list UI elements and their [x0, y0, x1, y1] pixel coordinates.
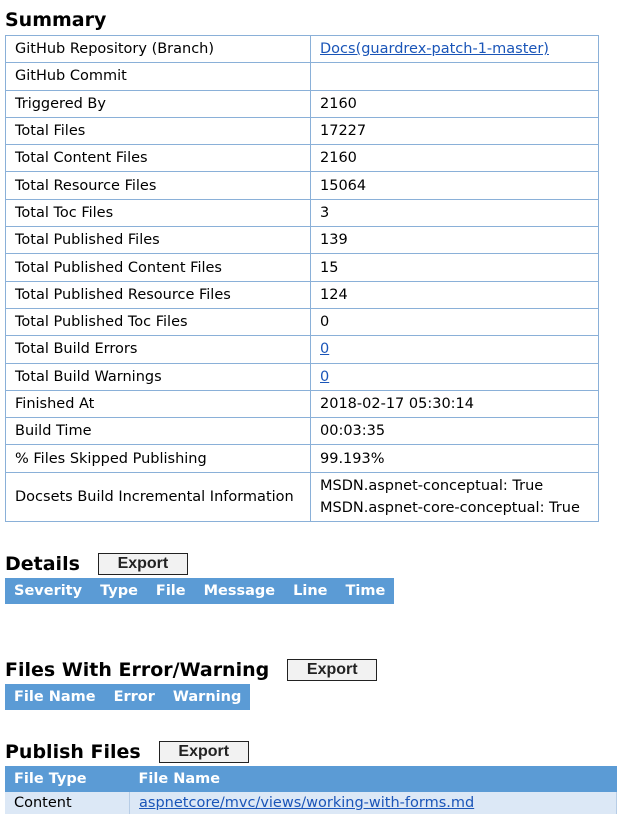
summary-value-link[interactable]: Docs(guardrex-patch-1-master) — [320, 41, 549, 57]
summary-row: Total Toc Files 3 — [5, 198, 599, 228]
column-header[interactable]: Time — [336, 578, 395, 604]
summary-value: 2160 — [310, 89, 599, 118]
table-row: Content aspnetcore/mvc/views/working-with… — [5, 792, 617, 814]
summary-value: 139 — [310, 226, 599, 255]
summary-section: Summary GitHub Repository (Branch) Docs(g… — [5, 8, 599, 522]
file-type: Content — [5, 792, 131, 814]
summary-table: GitHub Repository (Branch) Docs(guardrex-… — [5, 34, 599, 522]
summary-key: Docsets Build Incremental Information — [5, 471, 311, 522]
summary-key: GitHub Commit — [5, 62, 311, 91]
summary-row: Total Published Content Files 15 — [5, 253, 599, 282]
summary-value: 99.193% — [310, 444, 599, 473]
column-header[interactable]: Severity — [5, 578, 92, 604]
publish-files-title: Publish Files — [5, 741, 141, 763]
summary-row: Total Published Toc Files 0 — [5, 307, 599, 337]
docset-line: MSDN.aspnet-conceptual: True — [320, 477, 544, 494]
summary-value: 17227 — [310, 116, 599, 146]
summary-row: GitHub Commit — [5, 62, 599, 91]
summary-key: Total Published Toc Files — [5, 307, 311, 337]
publish-files-table: File Type File Name Content aspnetcore/mvc… — [5, 766, 617, 814]
summary-value: 15 — [310, 253, 599, 282]
summary-value-link[interactable]: 0 — [320, 341, 329, 357]
summary-key: Build Time — [5, 417, 311, 446]
summary-row: Triggered By 2160 — [5, 89, 599, 118]
summary-value: 0 — [310, 335, 599, 364]
file-name: aspnetcore/mvc/views/working-with-forms.… — [129, 792, 617, 814]
summary-row: Finished At 2018-02-17 05:30:14 — [5, 389, 599, 419]
summary-value: 2018-02-17 05:30:14 — [310, 389, 599, 419]
files-with-errors-table: File Name Error Warning — [5, 684, 251, 710]
summary-row: Total Build Warnings 0 — [5, 362, 599, 391]
column-header[interactable]: Message — [194, 578, 285, 604]
column-header[interactable]: Line — [284, 578, 337, 604]
summary-key: GitHub Repository (Branch) — [5, 34, 311, 64]
summary-value: 2160 — [310, 144, 599, 173]
summary-title: Summary — [5, 9, 107, 31]
column-header[interactable]: File Name — [129, 766, 617, 792]
summary-value: 15064 — [310, 171, 599, 200]
publish-files-section: Publish Files Export File Type File Name C… — [5, 740, 617, 814]
summary-value: 124 — [310, 280, 599, 309]
summary-key: Triggered By — [5, 89, 311, 118]
summary-key: Total Files — [5, 116, 311, 146]
summary-key: Total Toc Files — [5, 198, 311, 228]
summary-value: Docs(guardrex-patch-1-master) — [310, 34, 599, 64]
files-with-errors-section: Files With Error/Warning Export File Name… — [5, 658, 378, 710]
summary-key: Total Published Content Files — [5, 253, 311, 282]
files-with-errors-title: Files With Error/Warning — [5, 659, 270, 681]
summary-value-link[interactable]: 0 — [320, 369, 329, 385]
details-table: Severity Type File Message Line Time — [5, 578, 395, 604]
details-section: Details Export Severity Type File Message Lin… — [5, 552, 395, 604]
summary-value: 0 — [310, 307, 599, 337]
summary-row: Total Build Errors 0 — [5, 335, 599, 364]
summary-value: 3 — [310, 198, 599, 228]
summary-row: % Files Skipped Publishing 99.193% — [5, 444, 599, 473]
file-name-link[interactable]: aspnetcore/mvc/views/working-with-forms.… — [139, 795, 474, 811]
summary-row-docsets: Docsets Build Incremental Information MSD… — [5, 471, 599, 522]
summary-key: % Files Skipped Publishing — [5, 444, 311, 473]
summary-key: Total Build Errors — [5, 335, 311, 364]
summary-key: Total Content Files — [5, 144, 311, 173]
column-header[interactable]: File Type — [5, 766, 130, 792]
summary-value: 00:03:35 — [310, 417, 599, 446]
publish-files-export-button[interactable]: Export — [158, 741, 249, 763]
column-header[interactable]: Error — [104, 684, 164, 710]
summary-value: MSDN.aspnet-conceptual: True MSDN.aspnet-… — [310, 471, 599, 522]
summary-value: 0 — [310, 362, 599, 391]
details-export-button[interactable]: Export — [97, 553, 188, 575]
summary-key: Total Build Warnings — [5, 362, 311, 391]
files-with-errors-export-button[interactable]: Export — [287, 659, 378, 681]
summary-row: Build Time 00:03:35 — [5, 417, 599, 446]
details-title: Details — [5, 553, 80, 575]
summary-key: Total Published Files — [5, 226, 311, 255]
summary-key: Total Published Resource Files — [5, 280, 311, 309]
column-header[interactable]: File Name — [5, 684, 105, 710]
column-header[interactable]: Warning — [163, 684, 251, 710]
column-header[interactable]: File — [146, 578, 195, 604]
summary-key: Total Resource Files — [5, 171, 311, 200]
summary-row: Total Published Files 139 — [5, 226, 599, 255]
summary-row: Total Content Files 2160 — [5, 144, 599, 173]
summary-row: Total Files 17227 — [5, 116, 599, 146]
docset-line: MSDN.aspnet-core-conceptual: True — [320, 499, 580, 516]
column-header[interactable]: Type — [91, 578, 147, 604]
summary-row: GitHub Repository (Branch) Docs(guardrex-… — [5, 34, 599, 64]
summary-key: Finished At — [5, 389, 311, 419]
summary-row: Total Published Resource Files 124 — [5, 280, 599, 309]
summary-row: Total Resource Files 15064 — [5, 171, 599, 200]
summary-value — [310, 62, 599, 91]
